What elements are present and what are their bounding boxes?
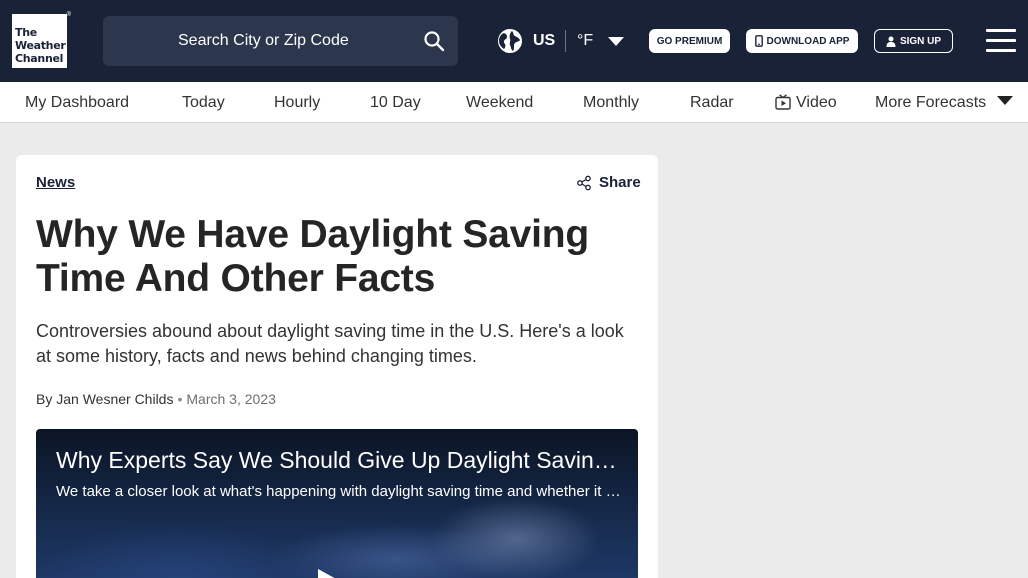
nav-10-day[interactable]: 10 Day: [370, 94, 421, 112]
go-premium-button[interactable]: GO PREMIUM: [649, 29, 730, 53]
forecast-nav: My Dashboard Today Hourly 10 Day Weekend…: [0, 82, 1028, 123]
byline-separator: •: [177, 391, 183, 407]
nav-today[interactable]: Today: [182, 94, 225, 112]
nav-radar[interactable]: Radar: [690, 94, 734, 112]
chevron-down-icon[interactable]: [997, 96, 1013, 106]
go-premium-label: GO PREMIUM: [656, 35, 723, 47]
user-icon: [886, 36, 896, 47]
sign-up-label: SIGN UP: [899, 35, 942, 47]
sign-up-button[interactable]: SIGN UP: [874, 29, 953, 53]
logo-line-1: The: [15, 26, 37, 39]
weather-channel-logo[interactable]: The Weather Channel ®: [11, 12, 71, 69]
article-title: Why We Have Daylight Saving Time And Oth…: [36, 213, 590, 300]
logo-line-3: Channel: [15, 52, 64, 65]
share-icon[interactable]: [576, 175, 592, 191]
article-card: News Share Why We Have Daylight Saving T…: [16, 155, 658, 578]
site-header: The Weather Channel ® US °F GO PREMIUM D…: [0, 0, 1028, 82]
author-link[interactable]: Jan Wesner Childs: [56, 391, 173, 407]
logo-line-2: Weather: [15, 39, 66, 52]
search-input[interactable]: [103, 16, 403, 66]
hamburger-menu-icon[interactable]: [986, 29, 1016, 53]
nav-weekend[interactable]: Weekend: [466, 94, 533, 112]
nav-more-forecasts[interactable]: More Forecasts: [875, 94, 986, 112]
video-description: We take a closer look at what's happenin…: [56, 483, 621, 500]
nav-hourly[interactable]: Hourly: [274, 94, 320, 112]
nav-video[interactable]: Video: [796, 94, 837, 112]
unit-selector[interactable]: °F: [577, 32, 593, 50]
nav-monthly[interactable]: Monthly: [583, 94, 639, 112]
download-app-label: DOWNLOAD APP: [766, 35, 850, 47]
chevron-down-icon[interactable]: [608, 37, 624, 47]
byline-prefix: By: [36, 391, 53, 407]
article-subtitle: Controversies abound about daylight savi…: [36, 321, 624, 366]
publish-date: March 3, 2023: [186, 391, 276, 407]
nav-my-dashboard[interactable]: My Dashboard: [25, 94, 129, 112]
video-player[interactable]: Why Experts Say We Should Give Up Daylig…: [36, 429, 638, 578]
trademark-mark: ®: [66, 12, 71, 18]
video-icon: [775, 94, 791, 110]
search-box: [103, 16, 458, 66]
header-divider: [565, 30, 566, 52]
globe-icon[interactable]: [497, 28, 523, 54]
search-icon[interactable]: [423, 30, 445, 52]
download-app-button[interactable]: DOWNLOAD APP: [746, 29, 858, 53]
video-title: Why Experts Say We Should Give Up Daylig…: [56, 447, 621, 473]
region-selector[interactable]: US: [533, 32, 555, 50]
byline: By Jan Wesner Childs • March 3, 2023: [36, 391, 276, 407]
category-link-news[interactable]: News: [36, 174, 75, 191]
share-button[interactable]: Share: [599, 174, 641, 191]
play-icon[interactable]: [316, 569, 340, 578]
phone-icon: [754, 35, 763, 47]
